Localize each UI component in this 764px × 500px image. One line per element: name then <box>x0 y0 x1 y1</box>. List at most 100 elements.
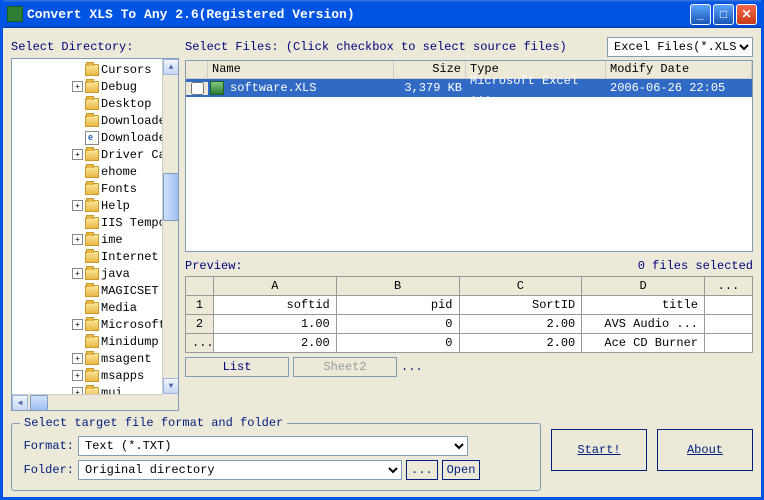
preview-row[interactable]: ...2.0002.00Ace CD Burner <box>186 334 753 353</box>
tree-item[interactable]: +java <box>12 265 178 282</box>
scroll-thumb-h[interactable] <box>30 395 48 411</box>
file-size: 3,379 KB <box>394 80 466 96</box>
maximize-button[interactable]: □ <box>713 4 734 25</box>
tree-item[interactable]: + Driver Ca <box>12 146 178 163</box>
format-label: Format: <box>22 439 74 453</box>
tree-item[interactable]: ehome <box>12 163 178 180</box>
preview-cell[interactable]: 0 <box>336 315 459 334</box>
scroll-thumb-v[interactable] <box>163 173 179 221</box>
tree-item[interactable]: Cursors <box>12 61 178 78</box>
tree-item[interactable]: IIS Tempo <box>12 214 178 231</box>
col-size[interactable]: Size <box>394 61 466 78</box>
preview-row[interactable]: 1softidpidSortIDtitle <box>186 296 753 315</box>
preview-col-header[interactable]: D <box>582 277 705 296</box>
about-button[interactable]: About <box>657 429 753 471</box>
scroll-left-icon[interactable]: ◀ <box>12 395 28 411</box>
preview-cell[interactable]: AVS Audio ... <box>582 315 705 334</box>
tree-item[interactable]: MAGICSET <box>12 282 178 299</box>
file-row[interactable]: software.XLS 3,379 KB Microsoft Excel ..… <box>186 79 752 97</box>
folder-icon <box>85 285 99 297</box>
tree-item[interactable]: +msagent <box>12 350 178 367</box>
tree-expander-icon[interactable]: + <box>72 319 83 330</box>
directory-tree[interactable]: Cursors+DebugDesktopDownloadeDownloade+D… <box>11 58 179 411</box>
tree-expander-icon[interactable]: + <box>72 200 83 211</box>
tree-vscrollbar[interactable]: ▲ ▼ <box>162 59 178 394</box>
sheet-tab-list[interactable]: List <box>185 357 289 377</box>
tree-item[interactable]: Internet <box>12 248 178 265</box>
folder-icon <box>85 234 99 246</box>
close-button[interactable]: ✕ <box>736 4 757 25</box>
preview-row-header[interactable]: 2 <box>186 315 214 334</box>
tree-expander-icon[interactable]: + <box>72 234 83 245</box>
tree-expander-icon[interactable]: + <box>72 268 83 279</box>
tree-hscrollbar[interactable]: ◀ ▶ <box>12 394 178 410</box>
file-list[interactable]: Name Size Type Modify Date software.XLS … <box>185 60 753 252</box>
format-dropdown[interactable]: Text (*.TXT) <box>78 436 468 456</box>
preview-cell[interactable]: title <box>582 296 705 315</box>
tree-item[interactable]: Media <box>12 299 178 316</box>
preview-cell[interactable] <box>705 296 753 315</box>
tree-item[interactable]: + mui <box>12 384 178 394</box>
folder-icon <box>85 200 99 212</box>
tree-item[interactable]: Downloade <box>12 112 178 129</box>
tree-item[interactable]: +Help <box>12 197 178 214</box>
tree-expander-icon[interactable]: + <box>72 149 83 160</box>
preview-cell[interactable]: Ace CD Burner <box>582 334 705 353</box>
folder-icon <box>85 166 99 178</box>
tree-item-label: Fonts <box>101 182 137 196</box>
tree-item-label: ime <box>101 233 123 247</box>
col-checkbox[interactable] <box>186 61 208 78</box>
sheet-tab-sheet2[interactable]: Sheet2 <box>293 357 397 377</box>
preview-cell[interactable]: 2.00 <box>459 334 582 353</box>
tree-item[interactable]: Desktop <box>12 95 178 112</box>
col-name[interactable]: Name <box>208 61 394 78</box>
minimize-button[interactable]: _ <box>690 4 711 25</box>
folder-icon <box>85 183 99 195</box>
preview-cell[interactable] <box>705 334 753 353</box>
file-type: Microsoft Excel ... <box>466 73 606 103</box>
preview-col-header[interactable]: B <box>336 277 459 296</box>
preview-table[interactable]: ABCD... 1softidpidSortIDtitle21.0002.00A… <box>185 276 753 353</box>
preview-cell[interactable]: 2.00 <box>214 334 337 353</box>
scroll-up-icon[interactable]: ▲ <box>163 59 179 75</box>
preview-cell[interactable]: 2.00 <box>459 315 582 334</box>
preview-cell[interactable] <box>705 315 753 334</box>
preview-cell[interactable]: SortID <box>459 296 582 315</box>
start-button[interactable]: Start! <box>551 429 647 471</box>
preview-cell[interactable]: 0 <box>336 334 459 353</box>
tree-item-label: Driver Ca <box>101 148 166 162</box>
tree-item[interactable]: Minidump <box>12 333 178 350</box>
col-modify-date[interactable]: Modify Date <box>606 61 752 78</box>
tree-item[interactable]: + ime <box>12 231 178 248</box>
file-filter-dropdown[interactable]: Excel Files(*.XLS) <box>607 37 753 57</box>
tree-item[interactable]: +msapps <box>12 367 178 384</box>
browse-button[interactable]: ... <box>406 460 438 480</box>
tree-expander-icon[interactable]: + <box>72 387 83 394</box>
preview-row[interactable]: 21.0002.00AVS Audio ... <box>186 315 753 334</box>
tree-item-label: Media <box>101 301 137 315</box>
tree-expander-icon[interactable]: + <box>72 370 83 381</box>
tree-item[interactable]: +Microsoft <box>12 316 178 333</box>
preview-col-header[interactable]: ... <box>705 277 753 296</box>
tree-expander-icon[interactable]: + <box>72 81 83 92</box>
open-button[interactable]: Open <box>442 460 481 480</box>
preview-cell[interactable]: pid <box>336 296 459 315</box>
titlebar[interactable]: Convert XLS To Any 2.6(Registered Versio… <box>3 0 761 28</box>
preview-row-header[interactable]: ... <box>186 334 214 353</box>
preview-col-header[interactable]: C <box>459 277 582 296</box>
tree-item[interactable]: +Debug <box>12 78 178 95</box>
preview-col-header[interactable]: A <box>214 277 337 296</box>
preview-label: Preview: <box>185 259 638 273</box>
tree-expander-icon[interactable]: + <box>72 353 83 364</box>
scroll-down-icon[interactable]: ▼ <box>163 378 179 394</box>
folder-icon <box>85 149 99 161</box>
preview-cell[interactable]: softid <box>214 296 337 315</box>
file-checkbox[interactable] <box>191 82 204 95</box>
folder-label: Folder: <box>22 463 74 477</box>
tree-item[interactable]: Fonts <box>12 180 178 197</box>
folder-dropdown[interactable]: Original directory <box>78 460 402 480</box>
preview-row-header[interactable]: 1 <box>186 296 214 315</box>
tree-item-label: mui <box>101 386 123 395</box>
tree-item[interactable]: Downloade <box>12 129 178 146</box>
preview-cell[interactable]: 1.00 <box>214 315 337 334</box>
